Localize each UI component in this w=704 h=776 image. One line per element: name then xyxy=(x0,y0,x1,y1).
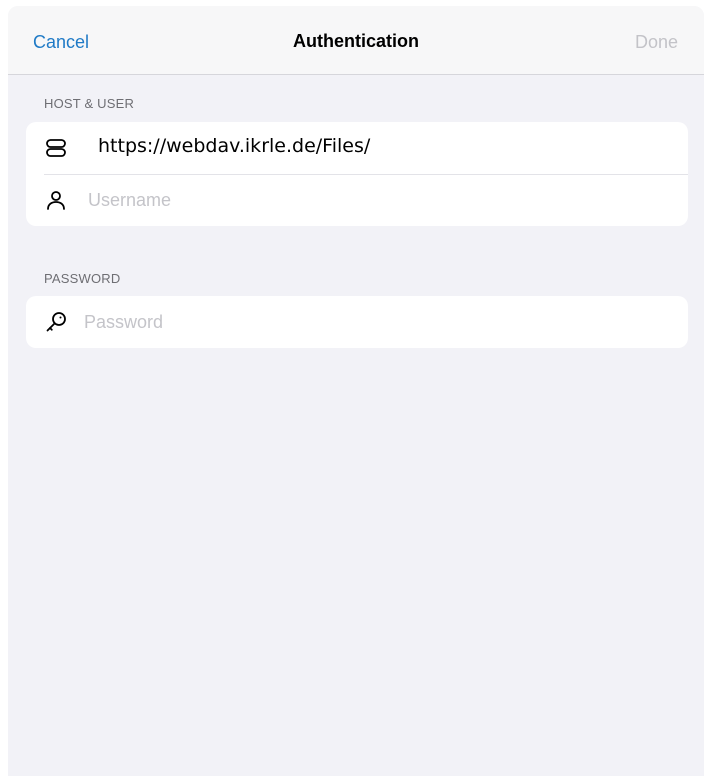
authentication-sheet: Cancel Authentication Done HOST & USER h… xyxy=(8,6,704,776)
host-user-group: https://webdav.ikrle.de/Files/ xyxy=(26,122,688,226)
password-row[interactable] xyxy=(26,296,688,348)
password-input[interactable] xyxy=(84,310,644,334)
host-user-section-header: HOST & USER xyxy=(44,96,135,111)
page-title: Authentication xyxy=(293,31,419,51)
server-icon xyxy=(44,136,68,160)
password-section-header: PASSWORD xyxy=(44,271,121,286)
done-button[interactable]: Done xyxy=(635,32,678,53)
host-row[interactable]: https://webdav.ikrle.de/Files/ xyxy=(26,122,688,174)
host-url-value[interactable]: https://webdav.ikrle.de/Files/ xyxy=(98,135,370,157)
username-input[interactable] xyxy=(88,188,648,212)
navigation-bar: Cancel Authentication Done xyxy=(8,6,704,75)
person-icon xyxy=(44,188,68,212)
username-row[interactable] xyxy=(26,174,688,226)
key-icon xyxy=(44,310,68,334)
password-group xyxy=(26,296,688,348)
